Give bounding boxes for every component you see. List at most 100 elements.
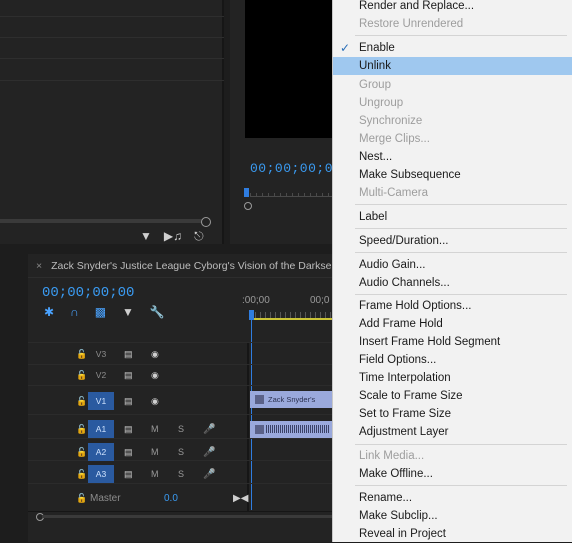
menu-separator — [355, 485, 567, 486]
lock-icon[interactable]: 🔓 — [76, 493, 87, 504]
wrench-icon[interactable]: 🔧 — [150, 305, 165, 319]
eye-icon[interactable]: ◉ — [151, 349, 159, 360]
track-separator — [28, 414, 332, 415]
timeline-scrollbar[interactable] — [28, 511, 332, 521]
menu-item-merge-clips[interactable]: Merge Clips... — [333, 130, 572, 148]
monitor-playhead[interactable] — [244, 188, 249, 197]
track-name[interactable]: A2 — [88, 443, 114, 461]
menu-item-unlink[interactable]: Unlink — [333, 57, 572, 75]
eye-icon[interactable]: ◉ — [151, 370, 159, 381]
insert-icon[interactable]: ▶♫ — [164, 229, 182, 244]
track-separator — [28, 483, 332, 484]
microphone-icon[interactable]: 🎤 — [203, 424, 215, 435]
lock-icon[interactable]: 🔓 — [76, 424, 87, 435]
menu-item-restore-unrendered[interactable]: Restore Unrendered — [333, 15, 572, 33]
solo-button[interactable]: S — [178, 447, 184, 457]
ruler-label: :00;00 — [242, 295, 270, 306]
sync-lock-icon[interactable]: ▤ — [124, 396, 133, 407]
sync-lock-icon[interactable]: ▤ — [124, 447, 133, 458]
track-header-a2: 🔓 A2 ▤ M S 🎤 — [28, 443, 247, 461]
linked-selection-icon[interactable]: ▩ — [95, 305, 106, 319]
menu-item-reveal-in-project[interactable]: Reveal in Project — [333, 525, 572, 543]
lock-icon[interactable]: 🔓 — [76, 370, 87, 381]
track-separator — [28, 342, 332, 343]
menu-separator — [355, 228, 567, 229]
playhead[interactable] — [249, 310, 254, 320]
menu-item-speed-duration[interactable]: Speed/Duration... — [333, 232, 572, 250]
add-marker-icon[interactable]: ▼ — [122, 305, 134, 319]
menu-item-adjustment-layer[interactable]: Adjustment Layer — [333, 423, 572, 441]
menu-item-field-options[interactable]: Field Options... — [333, 351, 572, 369]
menu-item-multi-camera[interactable]: Multi-Camera — [333, 184, 572, 202]
menu-item-label[interactable]: Label — [333, 208, 572, 226]
menu-item-make-subclip[interactable]: Make Subclip... — [333, 507, 572, 525]
track-header-master: 🔓 Master 0.0 ▶◀ — [28, 489, 248, 507]
audio-clip[interactable] — [250, 421, 332, 438]
menu-item-add-frame-hold[interactable]: Add Frame Hold — [333, 315, 572, 333]
menu-item-render-and-replace[interactable]: Render and Replace... — [333, 0, 572, 15]
menu-item-enable[interactable]: ✓ Enable — [333, 39, 572, 57]
panel-bottom-toolbar: ▼ ▶♫ ⎋ — [140, 229, 204, 244]
menu-item-audio-gain[interactable]: Audio Gain... — [333, 256, 572, 274]
monitor-zoom-handle[interactable] — [244, 202, 252, 210]
master-volume[interactable]: 0.0 — [164, 493, 178, 504]
track-header-divider[interactable] — [247, 342, 249, 512]
work-area-bar[interactable] — [250, 318, 332, 320]
track-name[interactable]: V1 — [88, 392, 114, 410]
playhead-line — [251, 320, 252, 510]
microphone-icon[interactable]: 🎤 — [203, 447, 215, 458]
panel-divider — [0, 16, 224, 17]
sync-lock-icon[interactable]: ▤ — [124, 469, 133, 480]
video-clip[interactable]: Zack Snyder's — [250, 391, 332, 408]
lock-icon[interactable]: 🔓 — [76, 349, 87, 360]
sync-lock-icon[interactable]: ▤ — [124, 370, 133, 381]
filter-icon[interactable]: ▼ — [140, 229, 152, 244]
monitor-time-ruler[interactable] — [250, 193, 332, 197]
mute-button[interactable]: M — [151, 447, 159, 457]
snap-icon[interactable]: ∩ — [70, 305, 79, 319]
menu-item-audio-channels[interactable]: Audio Channels... — [333, 274, 572, 292]
export-icon[interactable]: ⎋ — [194, 229, 204, 244]
lock-icon[interactable]: 🔓 — [76, 396, 87, 407]
menu-item-ungroup[interactable]: Ungroup — [333, 94, 572, 112]
track-name[interactable]: V2 — [88, 366, 114, 384]
sync-lock-icon[interactable]: ▤ — [124, 349, 133, 360]
menu-item-make-offline[interactable]: Make Offline... — [333, 465, 572, 483]
eye-icon[interactable]: ◉ — [151, 396, 159, 407]
nest-icon[interactable]: ✱ — [44, 305, 54, 319]
ruler-label: 00;0 — [310, 295, 330, 306]
track-name[interactable]: V3 — [88, 345, 114, 363]
solo-button[interactable]: S — [178, 469, 184, 479]
microphone-icon[interactable]: 🎤 — [203, 469, 215, 480]
menu-item-insert-frame-hold-segment[interactable]: Insert Frame Hold Segment — [333, 333, 572, 351]
menu-item-group[interactable]: Group — [333, 76, 572, 94]
menu-item-nest[interactable]: Nest... — [333, 148, 572, 166]
sequence-timecode[interactable]: 00;00;00;00 — [42, 285, 134, 301]
lock-icon[interactable]: 🔓 — [76, 469, 87, 480]
mute-button[interactable]: M — [151, 424, 159, 434]
zoom-handle[interactable] — [201, 217, 211, 227]
menu-item-rename[interactable]: Rename... — [333, 489, 572, 507]
sequence-tab[interactable]: × Zack Snyder's Justice League Cyborg's … — [28, 254, 332, 278]
menu-item-time-interpolation[interactable]: Time Interpolation — [333, 369, 572, 387]
horizontal-scrollbar[interactable] — [0, 219, 202, 223]
track-name[interactable]: A3 — [88, 465, 114, 483]
sync-lock-icon[interactable]: ▤ — [124, 424, 133, 435]
menu-item-frame-hold-options[interactable]: Frame Hold Options... — [333, 297, 572, 315]
menu-item-synchronize[interactable]: Synchronize — [333, 112, 572, 130]
go-to-end-icon[interactable]: ▶◀ — [233, 493, 248, 504]
program-timecode[interactable]: 00;00;00;00 — [250, 161, 341, 176]
menu-item-make-subsequence[interactable]: Make Subsequence — [333, 166, 572, 184]
track-separator — [28, 364, 332, 365]
solo-button[interactable]: S — [178, 424, 184, 434]
project-panel: ▼ ▶♫ ⎋ — [0, 0, 224, 244]
timeline-panel: × Zack Snyder's Justice League Cyborg's … — [28, 254, 332, 542]
menu-item-link-media[interactable]: Link Media... — [333, 447, 572, 465]
mute-button[interactable]: M — [151, 469, 159, 479]
scrollbar-track[interactable] — [42, 515, 332, 518]
menu-item-set-to-frame-size[interactable]: Set to Frame Size — [333, 405, 572, 423]
close-icon[interactable]: × — [36, 260, 42, 272]
track-name[interactable]: A1 — [88, 420, 114, 438]
lock-icon[interactable]: 🔓 — [76, 447, 87, 458]
menu-item-scale-to-frame-size[interactable]: Scale to Frame Size — [333, 387, 572, 405]
